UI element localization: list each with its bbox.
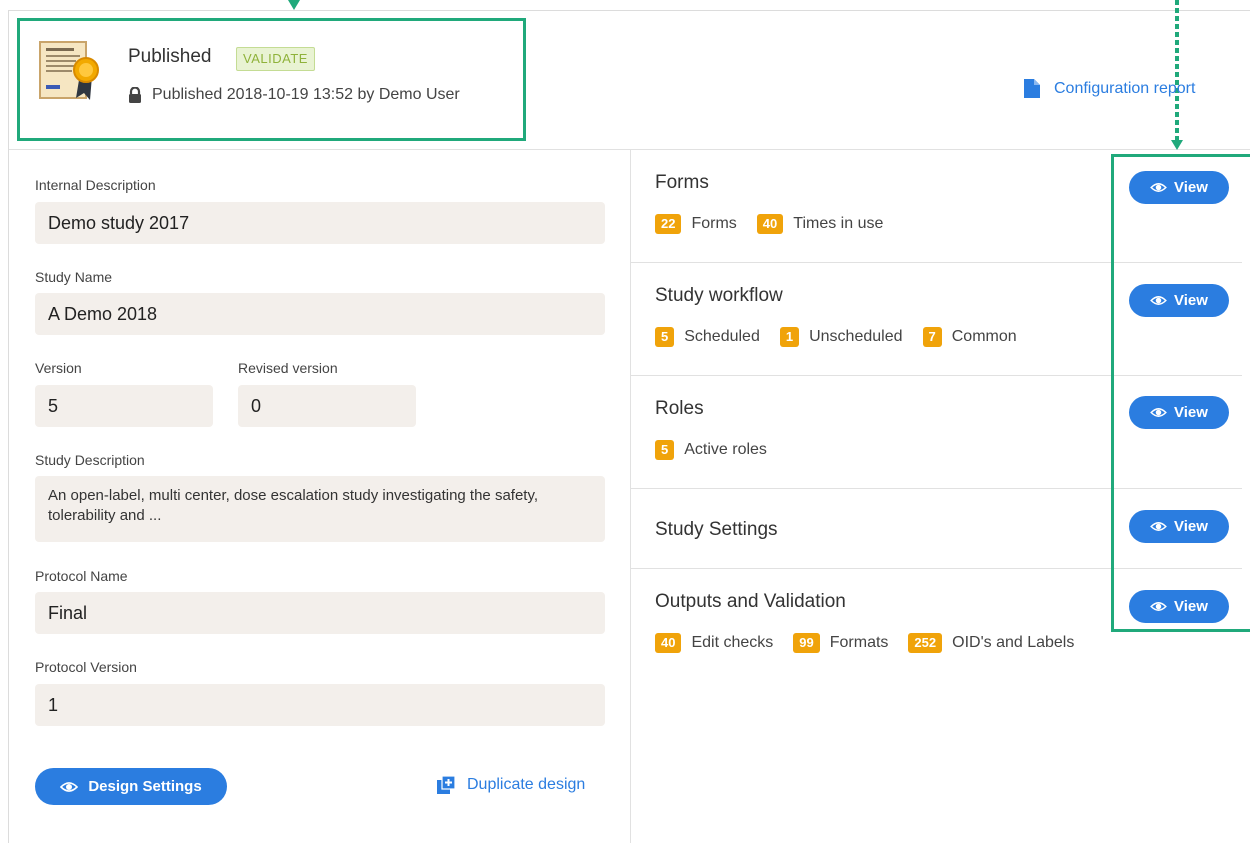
forms-count-label: Forms	[691, 215, 737, 232]
formats-label: Formats	[829, 634, 889, 651]
roles-stats: 5 Active roles	[655, 440, 787, 460]
study-name-field[interactable]: A Demo 2018	[35, 293, 605, 335]
protocol-name-label: Protocol Name	[35, 568, 128, 584]
view-label: View	[1174, 518, 1208, 535]
formats-badge: 99	[793, 633, 820, 653]
settings-title: Study Settings	[655, 519, 778, 540]
eye-icon	[1150, 296, 1167, 305]
forms-count-badge: 22	[655, 214, 682, 234]
study-name-label: Study Name	[35, 269, 113, 285]
validate-badge[interactable]: VALIDATE	[236, 47, 315, 71]
roles-view-button[interactable]: View	[1129, 396, 1229, 429]
view-label: View	[1174, 404, 1208, 421]
oids-badge: 252	[908, 633, 943, 653]
internal-description-field[interactable]: Demo study 2017	[35, 202, 605, 244]
published-info-text: Published 2018-10-19 13:52 by Demo User	[152, 86, 460, 103]
revised-version-label: Revised version	[238, 360, 338, 376]
document-icon	[1024, 79, 1040, 98]
protocol-version-field[interactable]: 1	[35, 684, 605, 726]
workflow-view-button[interactable]: View	[1129, 284, 1229, 317]
published-info: Published 2018-10-19 13:52 by Demo User	[128, 86, 460, 104]
study-description-field[interactable]: An open-label, multi center, dose escala…	[35, 476, 605, 542]
revised-version-field[interactable]: 0	[238, 385, 416, 427]
unscheduled-label: Unscheduled	[809, 328, 903, 345]
scheduled-label: Scheduled	[684, 328, 760, 345]
view-label: View	[1174, 598, 1208, 615]
eye-icon	[60, 781, 79, 792]
status-title: Published	[128, 46, 212, 67]
internal-description-label: Internal Description	[35, 177, 156, 193]
outputs-stats: 40 Edit checks 99 Formats 252 OID's and …	[655, 633, 1094, 653]
study-description-label: Study Description	[35, 452, 145, 468]
annotation-arrow-view	[1171, 140, 1183, 150]
settings-view-button[interactable]: View	[1129, 510, 1229, 543]
duplicate-icon	[437, 776, 455, 794]
edit-checks-badge: 40	[655, 633, 682, 653]
annotation-dotted-line	[1175, 0, 1179, 142]
outputs-title: Outputs and Validation	[655, 591, 846, 612]
edit-checks-label: Edit checks	[691, 634, 774, 651]
roles-title: Roles	[655, 398, 704, 419]
eye-icon	[1150, 602, 1167, 611]
oids-label: OID's and Labels	[952, 634, 1075, 651]
forms-title: Forms	[655, 172, 709, 193]
common-badge: 7	[922, 327, 942, 347]
forms-stats: 22 Forms 40 Times in use	[655, 214, 903, 234]
active-roles-label: Active roles	[684, 441, 767, 458]
annotation-arrow-header	[288, 0, 300, 10]
version-label: Version	[35, 360, 82, 376]
forms-view-button[interactable]: View	[1129, 171, 1229, 204]
protocol-name-field[interactable]: Final	[35, 592, 605, 634]
view-label: View	[1174, 292, 1208, 309]
version-field[interactable]: 5	[35, 385, 213, 427]
duplicate-design-link[interactable]: Duplicate design	[437, 776, 585, 794]
workflow-stats: 5 Scheduled 1 Unscheduled 7 Common	[655, 327, 1037, 347]
duplicate-design-label: Duplicate design	[467, 776, 586, 793]
lock-icon	[129, 87, 141, 103]
design-settings-label: Design Settings	[88, 778, 202, 795]
view-label: View	[1174, 179, 1208, 196]
eye-icon	[1150, 183, 1167, 192]
unscheduled-badge: 1	[779, 327, 800, 347]
configuration-report-label: Configuration report	[1054, 79, 1196, 97]
workflow-title: Study workflow	[655, 285, 783, 306]
times-in-use-badge: 40	[756, 214, 784, 234]
active-roles-badge: 5	[655, 440, 675, 460]
view-buttons-highlight	[1111, 154, 1250, 632]
eye-icon	[1150, 408, 1167, 417]
eye-icon	[1150, 522, 1167, 531]
configuration-report-link[interactable]: Configuration report	[1024, 79, 1195, 98]
protocol-version-label: Protocol Version	[35, 659, 137, 675]
outputs-view-button[interactable]: View	[1129, 590, 1229, 623]
common-label: Common	[951, 328, 1017, 345]
scheduled-badge: 5	[655, 327, 675, 347]
certificate-icon	[39, 41, 99, 100]
design-settings-button[interactable]: Design Settings	[35, 768, 227, 805]
times-in-use-label: Times in use	[793, 215, 884, 232]
